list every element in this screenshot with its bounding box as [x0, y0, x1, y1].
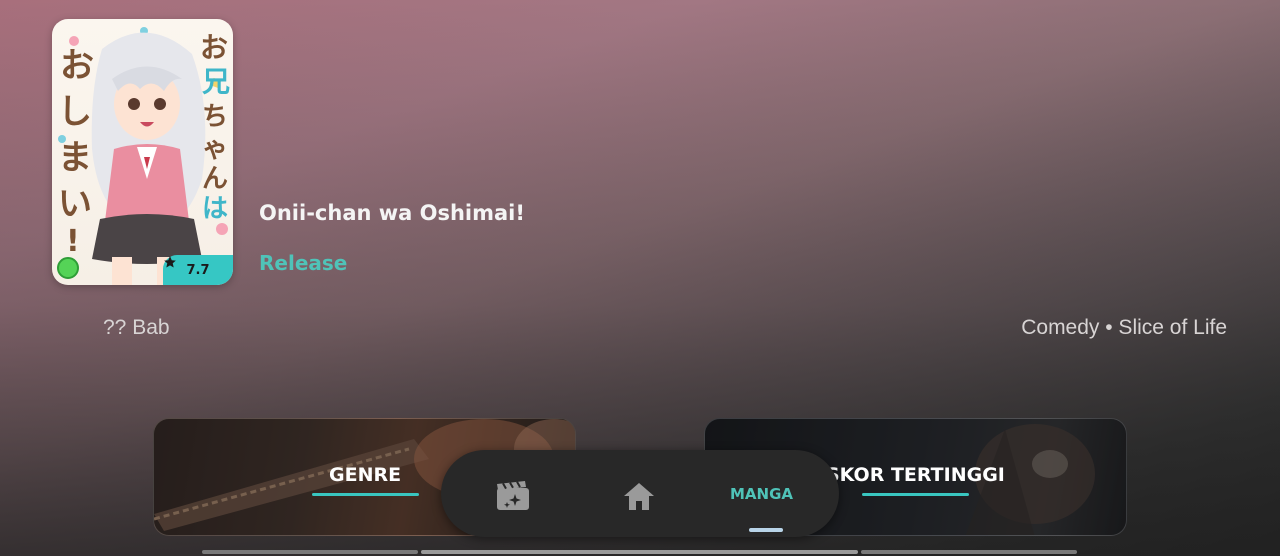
- release-status: Release: [259, 251, 348, 275]
- home-icon: [624, 483, 654, 510]
- svg-text:ん: ん: [202, 164, 228, 194]
- cover-illustration: お 兄 ち ゃ ん は お し ま い !: [58, 27, 230, 285]
- svg-text:は: は: [202, 194, 228, 224]
- svg-text:ち: ち: [202, 102, 228, 132]
- svg-text:お: お: [200, 31, 228, 64]
- svg-text:兄: 兄: [202, 65, 230, 98]
- score-card-underline: [862, 493, 969, 496]
- nav-active-indicator: [749, 528, 783, 532]
- nav-manga-label: MANGA: [730, 485, 794, 503]
- svg-text:い: い: [58, 184, 92, 224]
- nav-home-button[interactable]: [622, 480, 656, 512]
- scroll-indicator-right: [861, 550, 1077, 554]
- score-card-label: SKOR TERTINGGI: [826, 464, 1005, 486]
- star-icon: [164, 256, 176, 268]
- svg-text:ゃ: ゃ: [202, 134, 228, 164]
- scroll-indicator-active: [421, 550, 858, 554]
- svg-text:!: !: [66, 224, 80, 259]
- genre-list: Comedy • Slice of Life: [1021, 316, 1227, 339]
- manga-cover[interactable]: お 兄 ち ゃ ん は お し ま い ! 7.7: [52, 19, 233, 285]
- nav-anime-button[interactable]: [495, 480, 531, 512]
- status-dot: [57, 257, 79, 279]
- nav-manga-button[interactable]: MANGA: [730, 485, 793, 503]
- svg-text:し: し: [58, 92, 92, 132]
- svg-text:ま: ま: [58, 138, 92, 178]
- clapperboard-sparkle-icon: [497, 481, 529, 510]
- bottom-nav: MANGA: [441, 450, 839, 537]
- chapter-count: ?? Bab: [103, 316, 170, 339]
- scroll-indicator-left: [202, 550, 418, 554]
- genre-card-underline: [312, 493, 419, 496]
- manga-title: Onii-chan wa Oshimai!: [259, 201, 525, 225]
- score-badge: 7.7: [163, 255, 233, 285]
- genre-card-label: GENRE: [329, 464, 402, 486]
- score-value: 7.7: [186, 262, 210, 278]
- svg-text:お: お: [60, 46, 94, 86]
